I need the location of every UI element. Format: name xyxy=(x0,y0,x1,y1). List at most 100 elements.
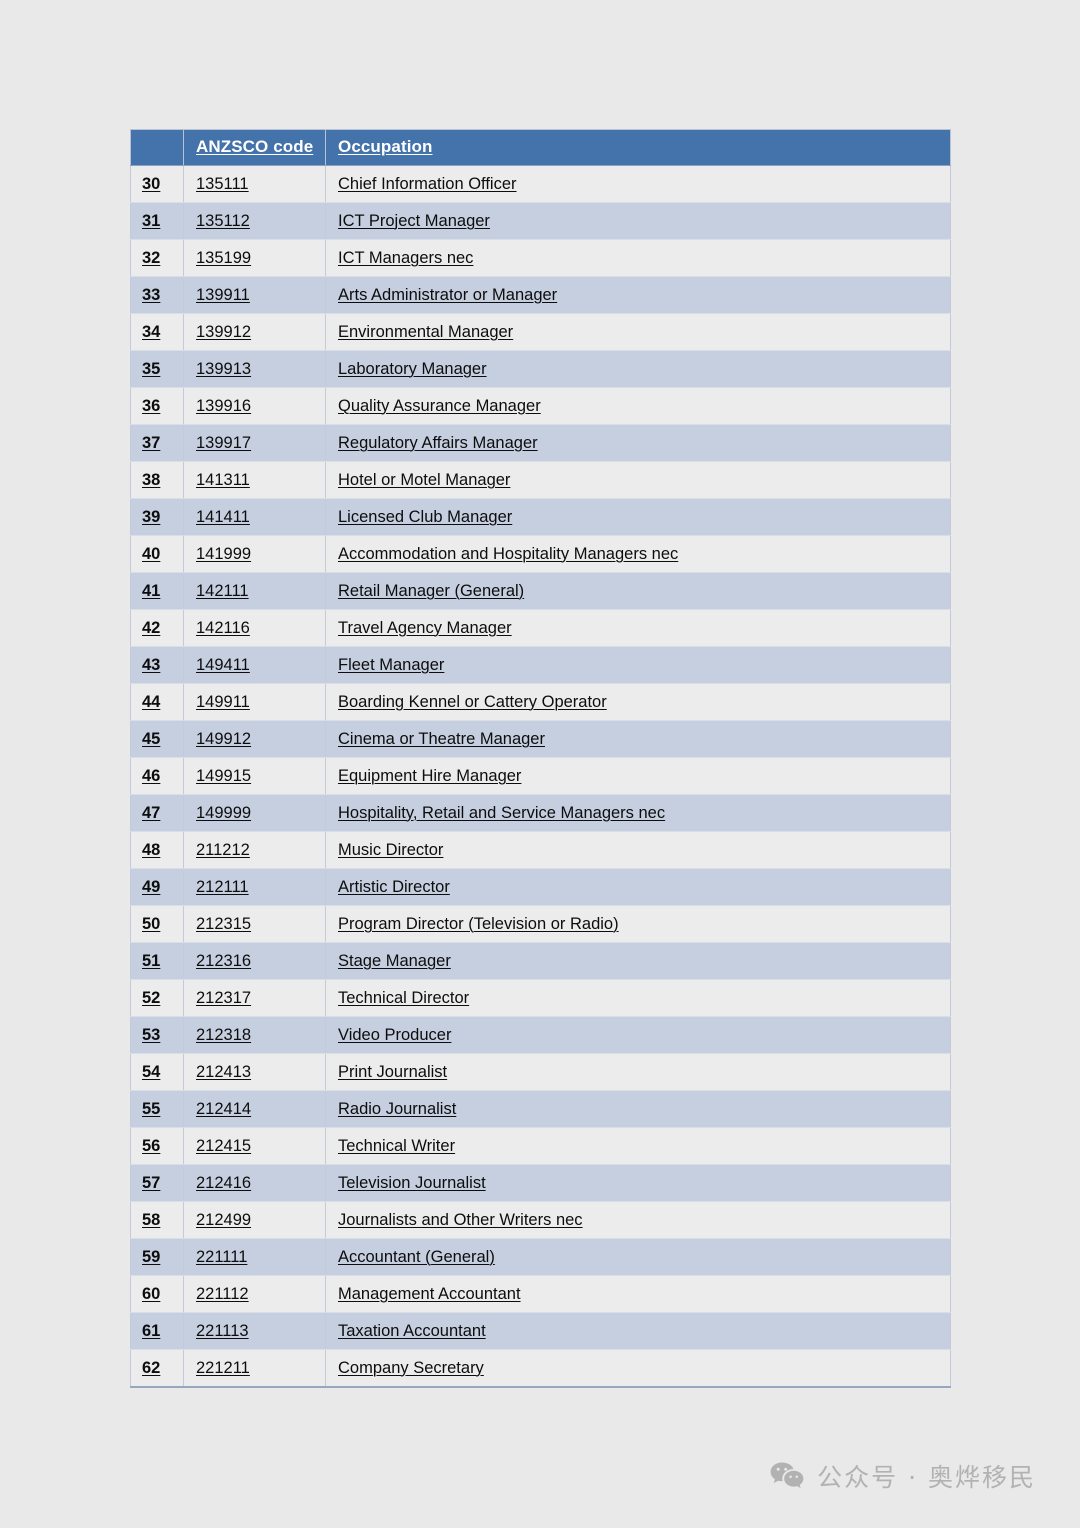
occupation-cell: Video Producer xyxy=(325,1016,951,1054)
table-row: 41 142111 Retail Manager (General) xyxy=(130,572,951,610)
anzsco-code-cell: 212318 xyxy=(183,1016,326,1054)
occupation-value: Licensed Club Manager xyxy=(338,507,513,526)
anzsco-code-value: 139913 xyxy=(196,359,252,378)
row-index-value: 53 xyxy=(142,1025,161,1044)
occupation-cell: Retail Manager (General) xyxy=(325,572,951,610)
row-index-value: 57 xyxy=(142,1173,161,1192)
anzsco-code-value: 212416 xyxy=(196,1173,252,1192)
occupation-cell: Cinema or Theatre Manager xyxy=(325,720,951,758)
occupation-value: Company Secretary xyxy=(338,1358,484,1377)
row-index-value: 44 xyxy=(142,692,161,711)
anzsco-code-cell: 149911 xyxy=(183,683,326,721)
row-index-cell: 43 xyxy=(130,646,184,684)
row-index-value: 37 xyxy=(142,433,161,452)
row-index-cell: 56 xyxy=(130,1127,184,1165)
anzsco-code-cell: 212415 xyxy=(183,1127,326,1165)
wechat-icon xyxy=(770,1461,804,1491)
row-index-cell: 39 xyxy=(130,498,184,536)
occupation-value: Travel Agency Manager xyxy=(338,618,512,637)
table-row: 35 139913 Laboratory Manager xyxy=(130,350,951,388)
occupation-cell: Company Secretary xyxy=(325,1349,951,1388)
anzsco-code-cell: 212316 xyxy=(183,942,326,980)
table-row: 57 212416 Television Journalist xyxy=(130,1164,951,1202)
row-index-value: 30 xyxy=(142,174,161,193)
row-index-cell: 59 xyxy=(130,1238,184,1276)
anzsco-code-value: 221112 xyxy=(196,1284,249,1303)
row-index-cell: 50 xyxy=(130,905,184,943)
table-row: 36 139916 Quality Assurance Manager xyxy=(130,387,951,425)
anzsco-code-cell: 139912 xyxy=(183,313,326,351)
table-row: 37 139917 Regulatory Affairs Manager xyxy=(130,424,951,462)
anzsco-code-cell: 139913 xyxy=(183,350,326,388)
row-index-cell: 61 xyxy=(130,1312,184,1350)
row-index-cell: 45 xyxy=(130,720,184,758)
anzsco-code-cell: 141411 xyxy=(183,498,326,536)
occupation-cell: Regulatory Affairs Manager xyxy=(325,424,951,462)
anzsco-code-cell: 142116 xyxy=(183,609,326,647)
anzsco-code-value: 211212 xyxy=(196,840,250,859)
occupation-cell: Fleet Manager xyxy=(325,646,951,684)
occupation-value: Chief Information Officer xyxy=(338,174,517,193)
anzsco-code-value: 212499 xyxy=(196,1210,252,1229)
table-row: 53 212318 Video Producer xyxy=(130,1016,951,1054)
table-row: 34 139912 Environmental Manager xyxy=(130,313,951,351)
row-index-cell: 51 xyxy=(130,942,184,980)
row-index-value: 54 xyxy=(142,1062,161,1081)
table-row: 40 141999 Accommodation and Hospitality Ma… xyxy=(130,535,951,573)
occupation-cell: Music Director xyxy=(325,831,951,869)
anzsco-code-value: 149912 xyxy=(196,729,252,748)
row-index-cell: 34 xyxy=(130,313,184,351)
row-index-value: 40 xyxy=(142,544,161,563)
table-row: 31 135112 ICT Project Manager xyxy=(130,202,951,240)
occupation-cell: Radio Journalist xyxy=(325,1090,951,1128)
table-row: 55 212414 Radio Journalist xyxy=(130,1090,951,1128)
anzsco-code-cell: 142111 xyxy=(183,572,326,610)
anzsco-occupation-table: ANZSCO code Occupation 30 135111 Chief Inf… xyxy=(130,129,951,1388)
anzsco-code-cell: 149915 xyxy=(183,757,326,795)
row-index-value: 35 xyxy=(142,359,161,378)
occupation-cell: ICT Managers nec xyxy=(325,239,951,277)
anzsco-code-cell: 221112 xyxy=(183,1275,326,1313)
row-index-cell: 44 xyxy=(130,683,184,721)
row-index-value: 52 xyxy=(142,988,161,1007)
occupation-value: Environmental Manager xyxy=(338,322,514,341)
anzsco-code-cell: 212499 xyxy=(183,1201,326,1239)
anzsco-code-value: 212317 xyxy=(196,988,252,1007)
occupation-value: Technical Director xyxy=(338,988,470,1007)
occupation-cell: Artistic Director xyxy=(325,868,951,906)
occupation-value: Music Director xyxy=(338,840,444,859)
anzsco-code-value: 142116 xyxy=(196,618,250,637)
occupation-cell: Chief Information Officer xyxy=(325,165,951,203)
occupation-cell: Taxation Accountant xyxy=(325,1312,951,1350)
anzsco-code-cell: 212413 xyxy=(183,1053,326,1091)
occupation-value: Hospitality, Retail and Service Managers… xyxy=(338,803,666,822)
row-index-value: 55 xyxy=(142,1099,161,1118)
anzsco-code-cell: 221111 xyxy=(183,1238,326,1276)
anzsco-code-cell: 221113 xyxy=(183,1312,326,1350)
anzsco-code-value: 141411 xyxy=(196,507,250,526)
occupation-value: Retail Manager (General) xyxy=(338,581,525,600)
occupation-value: Accountant (General) xyxy=(338,1247,495,1266)
anzsco-code-value: 135111 xyxy=(196,174,249,193)
row-index-cell: 47 xyxy=(130,794,184,832)
table-body: 30 135111 Chief Information Officer 31 13511… xyxy=(130,165,951,1388)
occupation-cell: Accountant (General) xyxy=(325,1238,951,1276)
anzsco-code-value: 149411 xyxy=(196,655,250,674)
anzsco-code-value: 212415 xyxy=(196,1136,252,1155)
row-index-value: 49 xyxy=(142,877,161,896)
table-row: 42 142116 Travel Agency Manager xyxy=(130,609,951,647)
row-index-value: 48 xyxy=(142,840,161,859)
row-index-value: 31 xyxy=(142,211,161,230)
occupation-cell: Hospitality, Retail and Service Managers… xyxy=(325,794,951,832)
row-index-cell: 46 xyxy=(130,757,184,795)
row-index-cell: 55 xyxy=(130,1090,184,1128)
occupation-cell: Television Journalist xyxy=(325,1164,951,1202)
occupation-cell: Stage Manager xyxy=(325,942,951,980)
anzsco-code-value: 141999 xyxy=(196,544,252,563)
occupation-value: Video Producer xyxy=(338,1025,452,1044)
table-row: 52 212317 Technical Director xyxy=(130,979,951,1017)
occupation-cell: Technical Writer xyxy=(325,1127,951,1165)
occupation-value: Television Journalist xyxy=(338,1173,486,1192)
row-index-cell: 36 xyxy=(130,387,184,425)
anzsco-code-cell: 139911 xyxy=(183,276,326,314)
